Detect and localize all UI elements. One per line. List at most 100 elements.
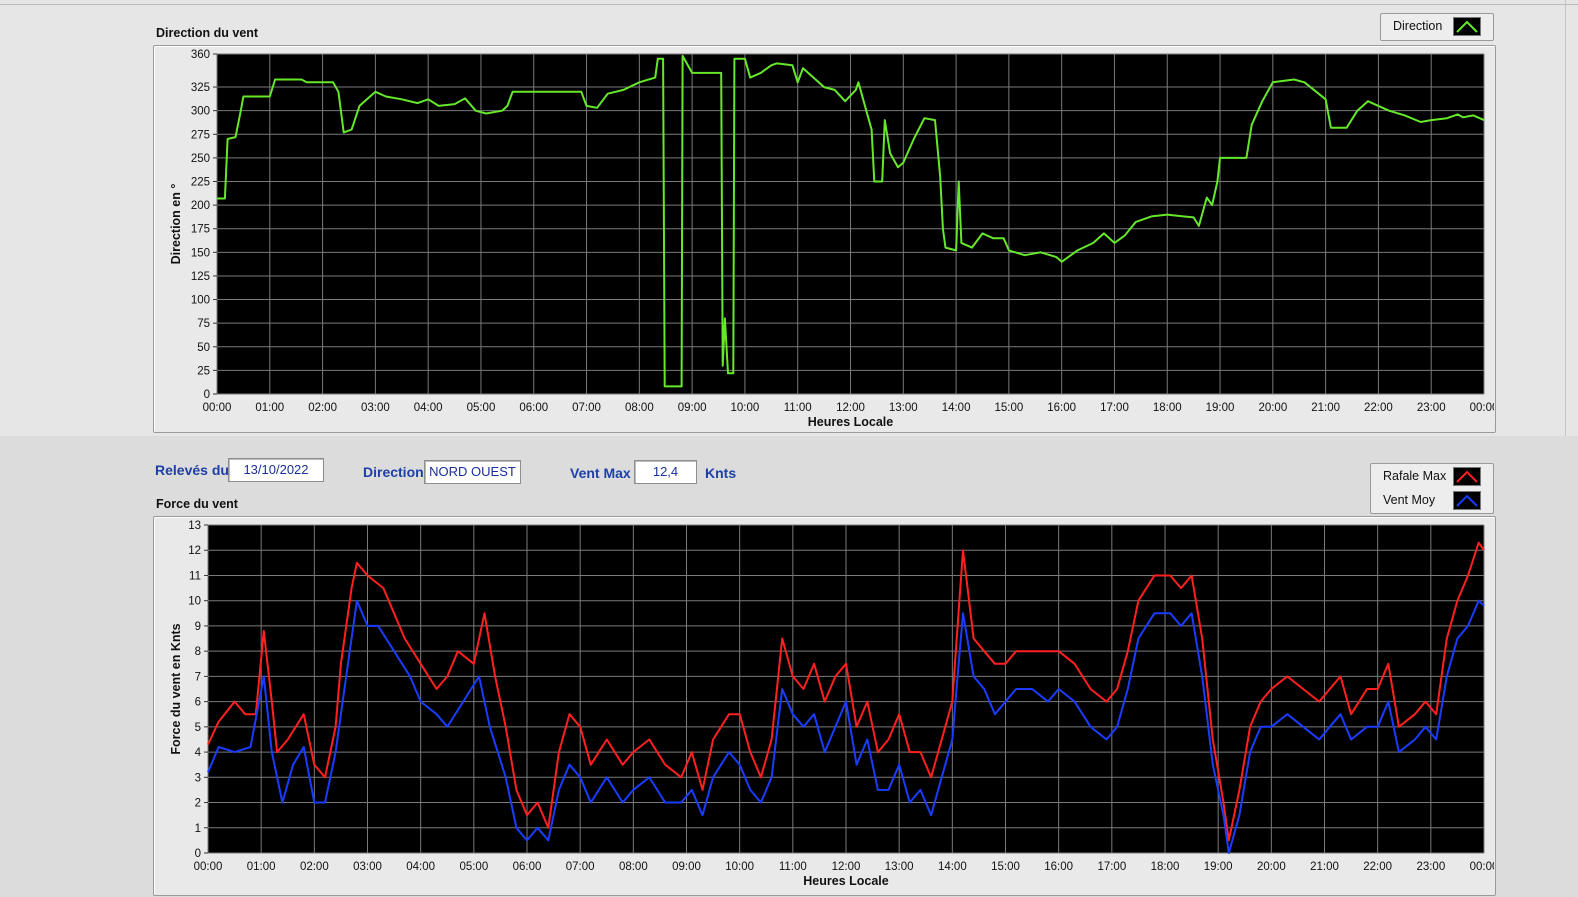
force-y-tick-label: 2: [195, 798, 201, 810]
force-y-tick-label: 7: [195, 671, 201, 683]
force-y-tick-label: 13: [188, 520, 201, 532]
force-x-tick-label: 11:00: [779, 861, 807, 873]
force-y-tick-label: 9: [195, 621, 201, 633]
force-x-tick-label: 17:00: [1097, 861, 1126, 873]
legend-swatch-direction: [1453, 17, 1481, 36]
direction-x-tick-label: 07:00: [572, 402, 601, 414]
force-x-tick-label: 00:00: [1470, 861, 1494, 873]
direction-x-tick-label: 17:00: [1100, 402, 1129, 414]
vent-max-unit: Knts: [705, 465, 737, 481]
force-chart[interactable]: 00:00 01:00 02:00 03:00 04:00 05:00 06:00 07:00…: [153, 516, 1494, 894]
force-x-tick-label: 18:00: [1151, 861, 1180, 873]
direction-y-tick-label: 125: [191, 271, 210, 283]
force-x-tick-label: 21:00: [1310, 861, 1339, 873]
force-y-tick-label: 4: [195, 747, 202, 759]
force-x-tick-label: 22:00: [1363, 861, 1392, 873]
direction-x-tick-label: 16:00: [1047, 402, 1076, 414]
direction-x-tick-label: 10:00: [731, 402, 760, 414]
direction-y-tick-label: 275: [191, 129, 210, 141]
direction-y-tick-label: 100: [191, 295, 210, 307]
force-x-tick-label: 12:00: [832, 861, 861, 873]
legend-item-direction[interactable]: Direction: [1381, 14, 1493, 38]
force-y-tick-label: 1: [195, 823, 201, 835]
force-x-tick-label: 07:00: [566, 861, 595, 873]
force-y-tick-label: 0: [195, 848, 201, 860]
force-x-tick-label: 23:00: [1416, 861, 1445, 873]
force-x-tick-label: 03:00: [353, 861, 382, 873]
direction-y-tick-label: 75: [197, 318, 210, 330]
direction-legend[interactable]: Direction: [1380, 13, 1494, 41]
window-top-border: [0, 4, 1578, 5]
force-y-tick-label: 12: [188, 545, 201, 557]
date-field[interactable]: 13/10/2022: [228, 458, 324, 482]
force-x-tick-label: 16:00: [1044, 861, 1073, 873]
direction-x-tick-label: 00:00: [203, 402, 232, 414]
force-x-tick-label: 19:00: [1204, 861, 1233, 873]
force-x-tick-label: 14:00: [938, 861, 967, 873]
force-x-tick-label: 04:00: [406, 861, 435, 873]
force-x-tick-label: 01:00: [247, 861, 276, 873]
direction-x-tick-label: 08:00: [625, 402, 654, 414]
direction-x-tick-label: 22:00: [1364, 402, 1393, 414]
direction-x-tick-label: 03:00: [361, 402, 390, 414]
force-y-tick-label: 6: [195, 697, 201, 709]
direction-x-tick-label: 18:00: [1153, 402, 1182, 414]
direction-x-tick-label: 15:00: [994, 402, 1023, 414]
direction-x-tick-label: 13:00: [889, 402, 918, 414]
direction-x-tick-label: 00:00: [1470, 402, 1494, 414]
vent-max-field[interactable]: 12,4: [634, 460, 697, 484]
legend-swatch-vent-moy: [1453, 491, 1481, 510]
direction-x-tick-label: 06:00: [519, 402, 548, 414]
direction-x-tick-label: 23:00: [1417, 402, 1446, 414]
force-x-tick-label: 09:00: [672, 861, 701, 873]
direction-x-tick-label: 21:00: [1311, 402, 1340, 414]
direction-y-tick-label: 225: [191, 177, 210, 189]
vent-max-label: Vent Max: [570, 465, 631, 481]
direction-x-tick-label: 14:00: [942, 402, 971, 414]
force-y-axis-title: Force du vent en Knts: [169, 623, 183, 754]
force-x-tick-label: 02:00: [300, 861, 329, 873]
legend-item-vent-moy[interactable]: Vent Moy: [1371, 488, 1493, 512]
direction-y-tick-label: 360: [191, 49, 210, 61]
direction-x-tick-label: 02:00: [308, 402, 337, 414]
force-x-tick-label: 05:00: [459, 861, 488, 873]
direction-x-tick-label: 11:00: [784, 402, 812, 414]
force-x-tick-label: 20:00: [1257, 861, 1286, 873]
direction-x-tick-label: 05:00: [467, 402, 496, 414]
force-x-tick-label: 10:00: [725, 861, 754, 873]
legend-label-vent-moy: Vent Moy: [1383, 493, 1436, 507]
direction-y-tick-label: 200: [191, 200, 210, 212]
direction-y-tick-label: 150: [191, 247, 210, 259]
direction-label: Direction: [363, 464, 424, 480]
force-y-tick-label: 5: [195, 722, 201, 734]
force-y-tick-label: 8: [195, 646, 201, 658]
direction-chart-title: Direction du vent: [156, 26, 259, 40]
direction-x-tick-label: 19:00: [1206, 402, 1235, 414]
direction-y-tick-label: 175: [191, 224, 210, 236]
direction-field[interactable]: NORD OUEST: [424, 460, 521, 484]
legend-swatch-rafale-max: [1453, 467, 1481, 486]
legend-item-rafale-max[interactable]: Rafale Max: [1371, 464, 1493, 488]
direction-x-tick-label: 12:00: [836, 402, 865, 414]
force-chart-title: Force du vent: [156, 497, 238, 511]
direction-y-tick-label: 25: [197, 365, 210, 377]
direction-y-tick-label: 250: [191, 153, 210, 165]
direction-y-tick-label: 0: [204, 389, 210, 401]
direction-y-tick-label: 50: [197, 342, 210, 354]
force-y-tick-label: 3: [195, 772, 201, 784]
direction-x-tick-label: 20:00: [1258, 402, 1287, 414]
direction-x-axis-title: Heures Locale: [808, 415, 894, 429]
force-legend[interactable]: Rafale Max Vent Moy: [1370, 463, 1494, 514]
force-x-axis-title: Heures Locale: [803, 874, 889, 888]
force-x-tick-label: 15:00: [991, 861, 1020, 873]
force-x-tick-label: 06:00: [513, 861, 542, 873]
direction-y-axis-title: Direction en °: [169, 184, 183, 265]
legend-label-direction: Direction: [1393, 19, 1443, 33]
force-x-tick-label: 00:00: [194, 861, 223, 873]
force-y-tick-label: 11: [189, 570, 201, 582]
direction-y-tick-label: 300: [191, 106, 210, 118]
force-y-tick-label: 10: [188, 596, 201, 608]
force-x-tick-label: 13:00: [885, 861, 914, 873]
direction-chart[interactable]: 00:00 01:00 02:00 03:00 04:00 05:00 06:00 07:00…: [153, 45, 1494, 431]
legend-label-rafale-max: Rafale Max: [1383, 469, 1447, 483]
